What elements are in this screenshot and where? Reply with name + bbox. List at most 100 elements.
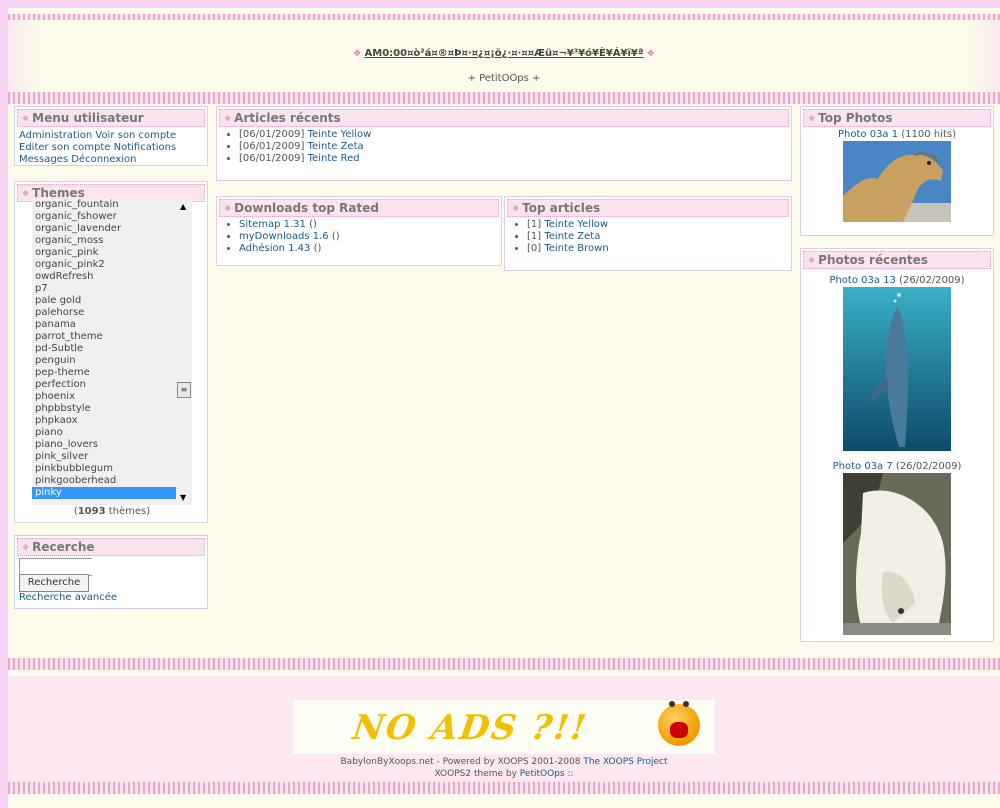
article-link[interactable]: Teinte Yellow <box>544 219 608 230</box>
site-header: ❖ AM0:00¤ò²á¤®¤Þ¤·¤¿¤¡ö¿·¤·¤¤Æü¤¬¥³¥ó¥È¥… <box>8 20 1000 92</box>
menu-link-view-account[interactable]: Voir son compte <box>95 130 176 141</box>
article-link[interactable]: Teinte Brown <box>544 243 608 254</box>
photo-link[interactable]: Photo 03a 7 <box>833 461 893 472</box>
theme-count: (1093 thèmes) <box>73 506 151 517</box>
theme-option[interactable]: organic_fountain <box>32 199 192 211</box>
photo-link[interactable]: Photo 03a 13 <box>829 275 895 286</box>
flower-icon: ❖ <box>512 204 520 213</box>
theme-options: organic_fountain organic_fshower organic_l… <box>32 199 192 499</box>
footer: NO ADS ?!! BabylonByXoops.net - Powered … <box>8 676 1000 794</box>
theme-option[interactable]: phpkaox <box>32 415 192 427</box>
site-title-link[interactable]: AM0:00¤ò²á¤®¤Þ¤·¤¿¤¡ö¿·¤·¤¤Æü¤¬¥³¥ó¥È¥Á¥… <box>365 48 644 59</box>
scroll-thumb[interactable]: ≡ <box>177 382 191 398</box>
list-item: [06/01/2009] Teinte Zeta <box>239 141 791 153</box>
article-link[interactable]: Teinte Red <box>308 153 360 164</box>
block-title: ❖ Articles récents <box>219 109 789 127</box>
xoops-project-link[interactable]: The XOOPS Project <box>583 757 667 767</box>
eye-icon <box>683 701 689 707</box>
menu-link-administration[interactable]: Administration <box>19 130 92 141</box>
dolphin-photo[interactable] <box>843 287 951 451</box>
theme-option[interactable]: pd-Subtle <box>32 343 192 355</box>
eye-icon <box>669 701 675 707</box>
photo-link[interactable]: Photo 03a 1 <box>838 129 898 140</box>
download-link[interactable]: myDownloads 1.6 <box>239 231 329 242</box>
theme-option[interactable]: pinkbubblegum <box>32 463 192 475</box>
theme-select[interactable]: organic_fountain organic_fshower organic_l… <box>32 199 192 505</box>
menu-link-logout[interactable]: Déconnexion <box>71 154 136 165</box>
list-item: [0] Teinte Brown <box>527 243 791 255</box>
recent-articles-list: [06/01/2009] Teinte Yellow [06/01/2009] … <box>217 129 791 165</box>
flower-icon: ❖ <box>808 256 816 265</box>
theme-option[interactable]: pink_silver <box>32 451 192 463</box>
list-item: myDownloads 1.6 () <box>239 231 501 243</box>
theme-option[interactable]: pinkgooberhead <box>32 475 192 487</box>
user-menu-block: ❖ Menu utilisateur Administration Voir so… <box>14 106 208 166</box>
flower-icon: ❖ <box>808 114 816 123</box>
polar-bear-photo[interactable] <box>843 473 951 635</box>
block-title: ❖ Top articles <box>507 199 789 217</box>
article-link[interactable]: Teinte Yellow <box>308 129 372 140</box>
download-link[interactable]: Adhésion 1.43 <box>239 243 310 254</box>
theme-option[interactable]: piano_lovers <box>32 439 192 451</box>
theme-option[interactable]: organic_pink <box>32 247 192 259</box>
top-articles-list: [1] Teinte Yellow [1] Teinte Zeta [0] Te… <box>505 219 791 255</box>
theme-option[interactable]: perfection <box>32 379 192 391</box>
theme-option[interactable]: panama <box>32 319 192 331</box>
photo-caption: Photo 03a 7 (26/02/2009) <box>832 461 962 472</box>
download-link[interactable]: Sitemap 1.31 <box>239 219 306 230</box>
flower-icon: ❖ <box>646 49 655 59</box>
petitoops-link[interactable]: PetitOOps <box>520 769 565 779</box>
menu-link-messages[interactable]: Messages <box>19 154 68 165</box>
search-button[interactable]: Recherche <box>19 574 89 592</box>
scroll-up-icon[interactable]: ▲ <box>180 202 186 211</box>
article-link[interactable]: Teinte Zeta <box>544 231 600 242</box>
theme-option[interactable]: pale gold <box>32 295 192 307</box>
scroll-down-icon[interactable]: ▼ <box>180 493 186 502</box>
advanced-search-link[interactable]: Recherche avancée <box>19 592 117 603</box>
block-title: ❖ Menu utilisateur <box>17 109 205 127</box>
list-item: Sitemap 1.31 () <box>239 219 501 231</box>
footer-border-bottom <box>8 782 1000 794</box>
theme-option[interactable]: parrot_theme <box>32 331 192 343</box>
theme-option[interactable]: phpbbstyle <box>32 403 192 415</box>
footer-theme-credit: XOOPS2 theme by PetitOOps :: <box>434 769 574 779</box>
top-articles-block: ❖Top articles [1] Teinte Yellow [1] Tein… <box>504 196 792 271</box>
theme-option[interactable]: organic_moss <box>32 235 192 247</box>
theme-option[interactable]: owdRefresh <box>32 271 192 283</box>
flower-icon: ❖ <box>224 114 232 123</box>
theme-option[interactable]: palehorse <box>32 307 192 319</box>
theme-option[interactable]: penguin <box>32 355 192 367</box>
downloads-list: Sitemap 1.31 () myDownloads 1.6 () Adhés… <box>217 219 501 255</box>
photo-caption: Photo 03a 13 (26/02/2009) <box>829 275 965 286</box>
theme-option[interactable]: organic_lavender <box>32 223 192 235</box>
ad-banner[interactable]: NO ADS ?!! <box>293 700 715 754</box>
flower-icon: ❖ <box>22 543 30 552</box>
footer-powered: BabylonByXoops.net - Powered by XOOPS 20… <box>340 757 668 767</box>
header-border <box>8 92 1000 104</box>
top-photos-block: ❖ Top Photos Photo 03a 1 (1100 hits) <box>800 106 994 236</box>
article-link[interactable]: Teinte Zeta <box>308 141 364 152</box>
camel-photo[interactable] <box>843 141 951 222</box>
flower-icon: ❖ <box>22 189 30 198</box>
theme-option[interactable]: organic_fshower <box>32 211 192 223</box>
themes-block: ❖ Themes organic_fountain organic_fshower o… <box>14 181 208 523</box>
mouth-icon <box>670 722 688 738</box>
block-title: ❖ Photos récentes <box>803 251 991 269</box>
menu-link-edit-account[interactable]: Editer son compte <box>19 142 110 153</box>
menu-link-notifications[interactable]: Notifications <box>114 142 177 153</box>
theme-option[interactable]: pep-theme <box>32 367 192 379</box>
theme-option[interactable]: pinky <box>32 487 192 499</box>
photo-caption: Photo 03a 1 (1100 hits) <box>838 129 956 140</box>
site-slogan: + PetitOOps + <box>467 73 541 84</box>
footer-border-top <box>8 658 1000 670</box>
recent-articles-block: ❖Articles récents [06/01/2009] Teinte Ye… <box>216 106 792 181</box>
theme-option[interactable]: phoenix <box>32 391 192 403</box>
flower-icon: ❖ <box>224 204 232 213</box>
theme-scrollbar[interactable]: ▲ ≡ ▼ <box>176 199 192 505</box>
block-title: ❖ Recerche <box>17 538 205 556</box>
theme-option[interactable]: piano <box>32 427 192 439</box>
theme-option[interactable]: organic_pink2 <box>32 259 192 271</box>
theme-option[interactable]: p7 <box>32 283 192 295</box>
list-item: Adhésion 1.43 () <box>239 243 501 255</box>
block-title: ❖ Top Photos <box>803 109 991 127</box>
